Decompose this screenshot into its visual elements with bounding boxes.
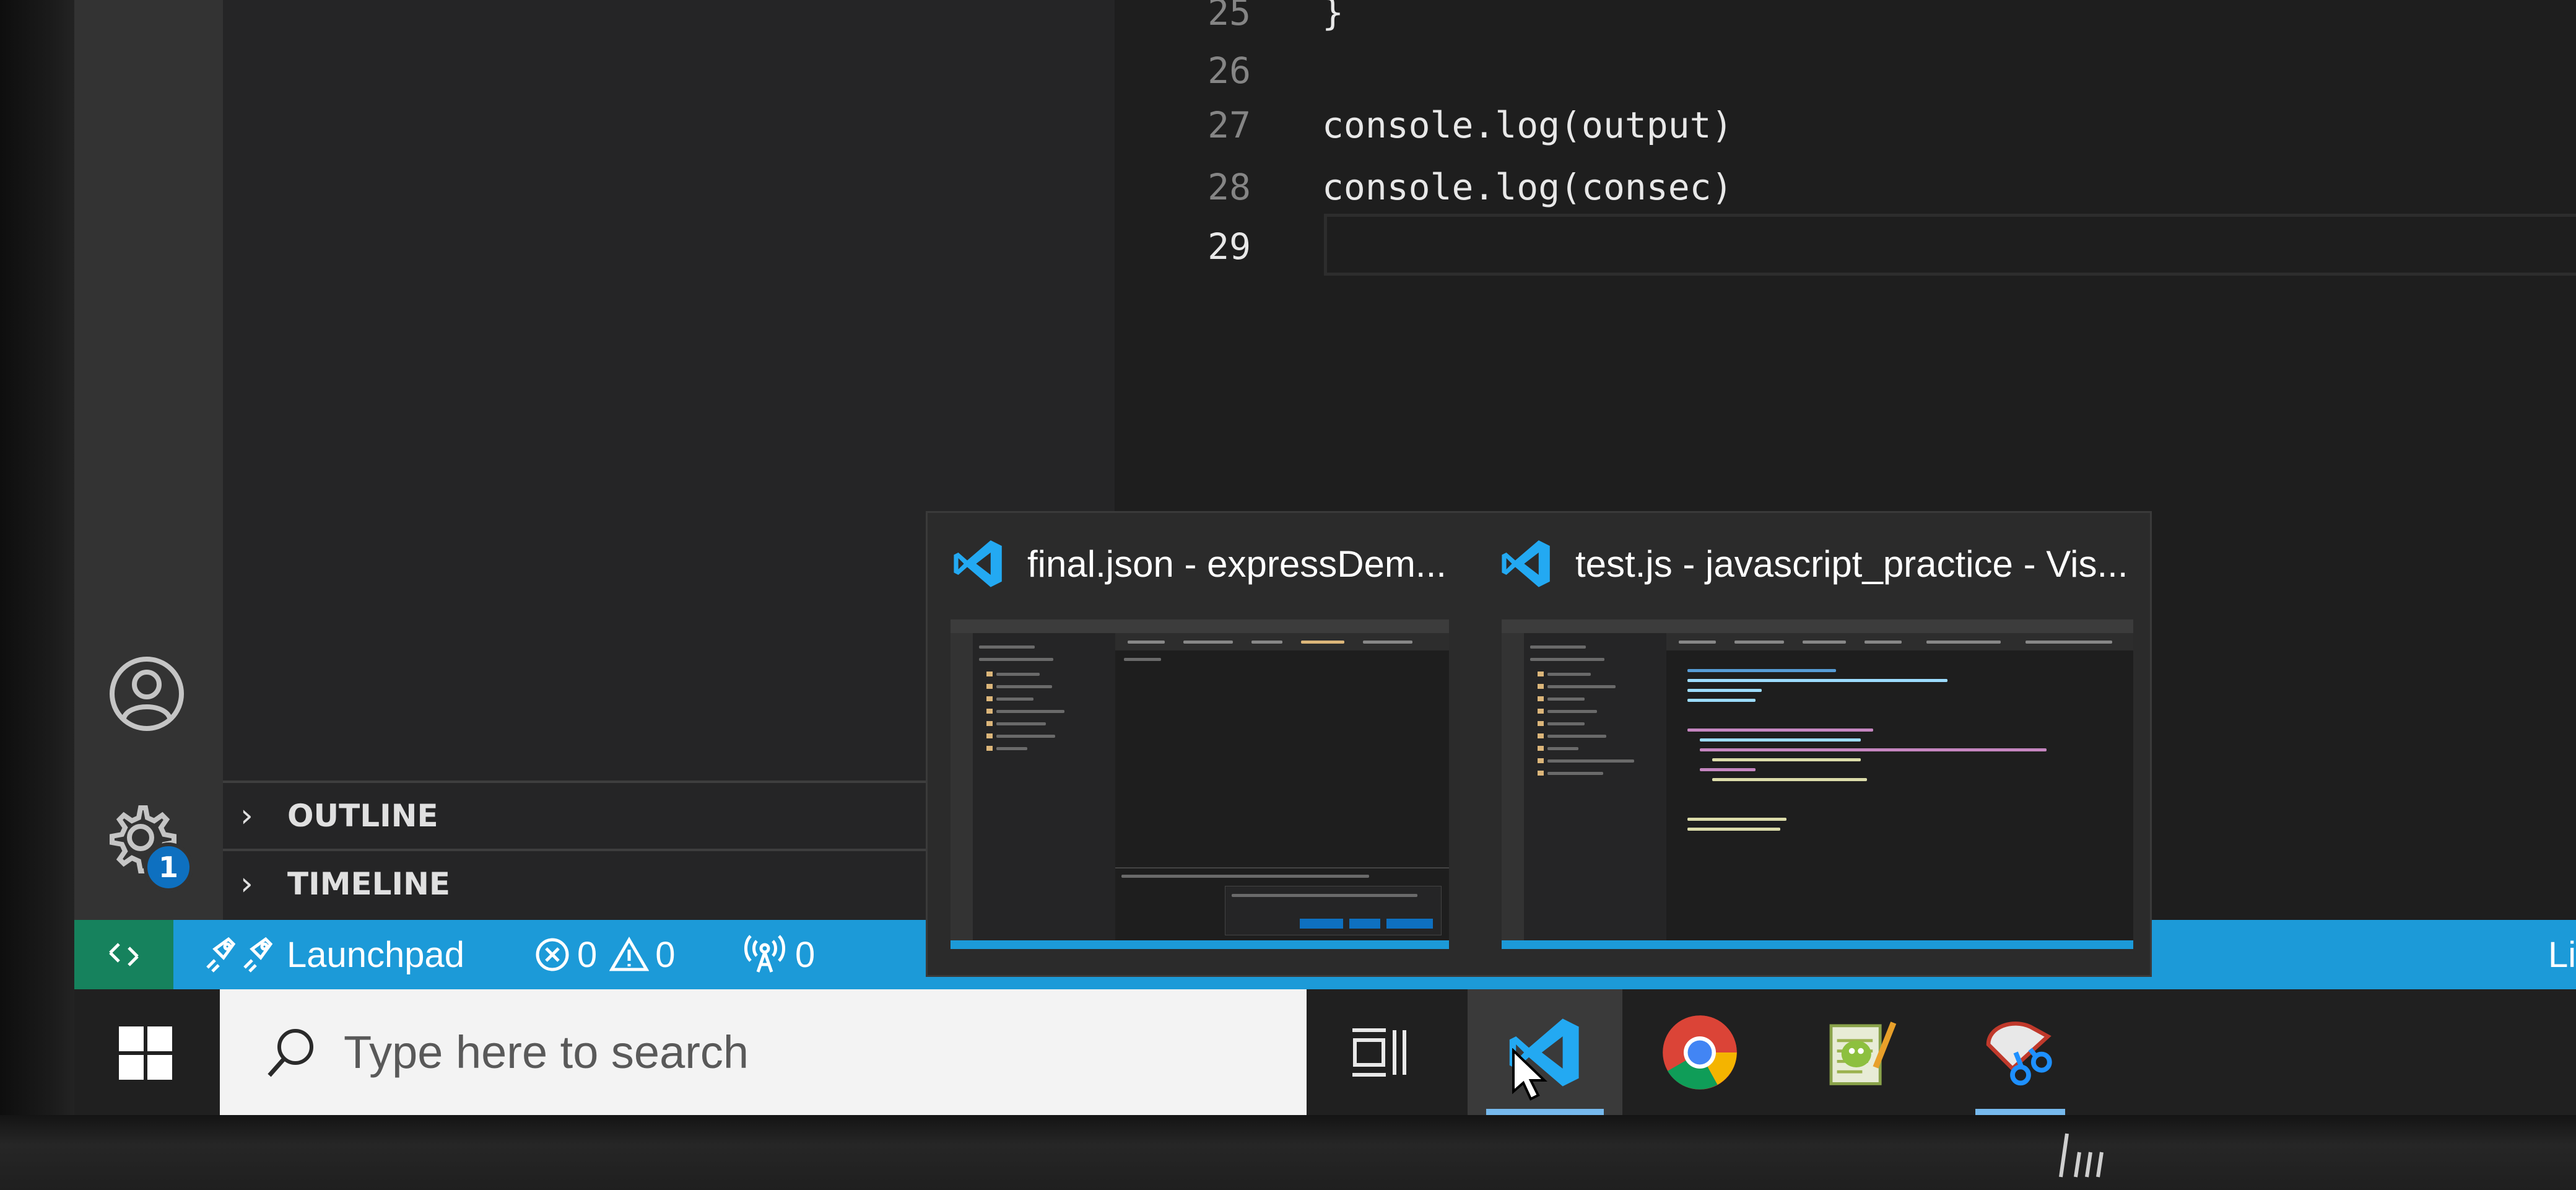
line-number: 26	[1208, 50, 1251, 92]
snipping-tool-taskbar-button[interactable]	[1957, 989, 2084, 1115]
outline-section[interactable]: › OUTLINE	[223, 781, 929, 849]
active-indicator	[1975, 1109, 2065, 1115]
search-placeholder: Type here to search	[344, 1026, 749, 1078]
code-line[interactable]: }	[1322, 0, 1344, 42]
active-indicator	[1486, 1109, 1604, 1115]
code-line[interactable]: console.log(consec)	[1322, 157, 1733, 217]
activity-bar	[74, 0, 223, 920]
line-number: 28	[1208, 166, 1251, 208]
line-number: 29	[1208, 225, 1251, 268]
monitor-bezel-bottom	[0, 1115, 2576, 1190]
ports-item[interactable]: 0	[743, 920, 815, 989]
line-number: 25	[1208, 0, 1251, 33]
vscode-icon	[1502, 540, 1550, 587]
ports-count: 0	[795, 934, 816, 975]
settings-badge: 1	[144, 842, 193, 892]
window-preview	[951, 619, 1449, 949]
error-icon	[536, 938, 569, 971]
monitor-bezel	[0, 0, 74, 1190]
broadcast-icon	[744, 935, 785, 973]
chrome-icon	[1663, 1015, 1737, 1090]
notepad-plus-plus-icon	[1829, 1021, 1897, 1085]
thumbnail-window-final-json[interactable]: final.json - expressDem...	[926, 511, 1539, 977]
warning-count: 0	[655, 934, 676, 975]
remote-indicator[interactable]	[74, 920, 173, 989]
account-icon[interactable]	[107, 654, 187, 734]
hp-logo	[2055, 1127, 2110, 1183]
chevron-right-icon: ›	[240, 865, 253, 903]
warning-icon	[609, 937, 650, 971]
timeline-section[interactable]: › TIMELINE	[223, 849, 929, 917]
problems-item[interactable]: 0 0	[534, 920, 676, 989]
mouse-cursor-icon	[1512, 1048, 1547, 1101]
taskbar-search-box[interactable]: Type here to search	[220, 989, 1307, 1115]
error-count: 0	[577, 934, 598, 975]
thumbnail-title: final.json - expressDem...	[951, 536, 1447, 592]
search-icon	[268, 1028, 313, 1077]
launchpad-label: Launchpad	[287, 934, 465, 975]
thumbnail-title-text: final.json - expressDem...	[1027, 543, 1447, 585]
outline-label: OUTLINE	[287, 798, 438, 834]
start-button[interactable]	[99, 1004, 192, 1103]
chrome-taskbar-button[interactable]	[1647, 989, 1752, 1115]
vscode-icon	[954, 540, 1002, 587]
rocket-icon	[206, 937, 273, 973]
chevron-right-icon: ›	[240, 797, 253, 834]
status-right-item[interactable]: Li	[2548, 920, 2576, 989]
task-view-icon	[1352, 1028, 1406, 1077]
notepadpp-taskbar-button[interactable]	[1808, 989, 1913, 1115]
windows-logo-icon	[119, 1026, 172, 1080]
timeline-label: TIMELINE	[287, 866, 451, 902]
thumbnail-title-text: test.js - javascript_practice - Vis...	[1575, 543, 2128, 585]
code-line[interactable]: console.log(output)	[1322, 95, 1733, 155]
task-view-button[interactable]	[1331, 989, 1427, 1115]
line-number: 27	[1208, 104, 1251, 146]
snipping-tool-icon	[1986, 1021, 2052, 1085]
launchpad-item[interactable]: Launchpad	[201, 920, 464, 989]
vscode-taskbar-button[interactable]	[1468, 989, 1622, 1115]
window-preview	[1502, 619, 2133, 949]
current-line-highlight	[1324, 214, 2576, 276]
thumbnail-title: test.js - javascript_practice - Vis...	[1499, 536, 2128, 592]
remote-icon	[109, 943, 139, 966]
thumbnail-window-test-js[interactable]: test.js - javascript_practice - Vis...	[1474, 511, 2133, 977]
